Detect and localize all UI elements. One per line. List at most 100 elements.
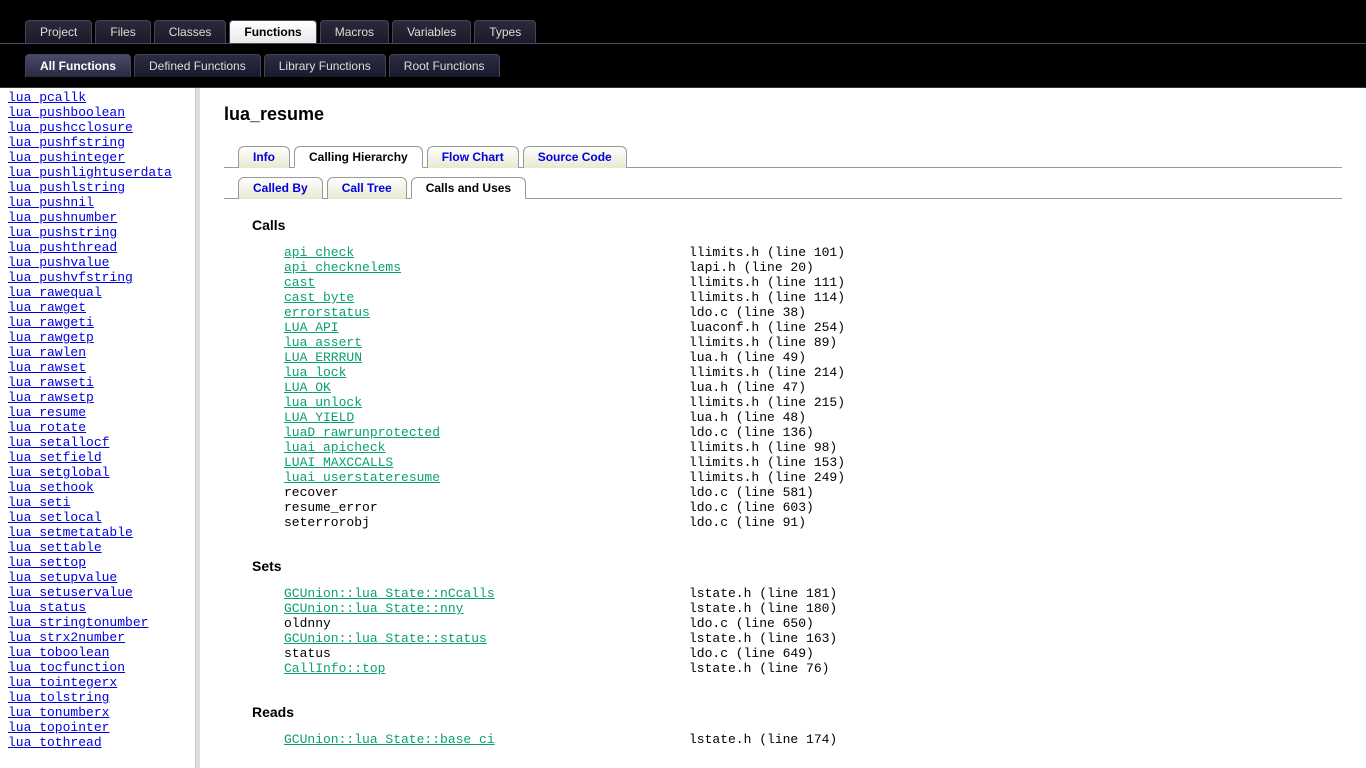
sidebar-item[interactable]: lua_pushcclosure	[8, 120, 187, 135]
item-name[interactable]: lua_lock	[284, 365, 346, 380]
item-name[interactable]: luaD_rawrunprotected	[284, 425, 440, 440]
item-name[interactable]: lua_assert	[284, 335, 362, 350]
sidebar-item[interactable]: lua_seti	[8, 495, 187, 510]
item-name[interactable]: GCUnion::lua_State::status	[284, 631, 487, 646]
item-name[interactable]: luai_userstateresume	[284, 470, 440, 485]
primary-tab-classes[interactable]: Classes	[154, 20, 227, 43]
primary-tab-variables[interactable]: Variables	[392, 20, 471, 43]
sidebar-item[interactable]: lua_setglobal	[8, 465, 187, 480]
item-name[interactable]: LUA_API	[284, 320, 339, 335]
sidebar-item[interactable]: lua_rawset	[8, 360, 187, 375]
sidebar-item[interactable]: lua_rawseti	[8, 375, 187, 390]
sidebar-item[interactable]: lua_rawget	[8, 300, 187, 315]
secondary-tab[interactable]: Defined Functions	[134, 54, 261, 77]
item-row: oldnnyldo.c (line 650)	[284, 616, 1342, 631]
item-name[interactable]: LUA_ERRRUN	[284, 350, 362, 365]
item-name[interactable]: CallInfo::top	[284, 661, 385, 676]
secondary-tabs: All FunctionsDefined FunctionsLibrary Fu…	[0, 44, 1366, 84]
content-panel[interactable]: lua_resume InfoCalling HierarchyFlow Cha…	[196, 88, 1366, 768]
item-name[interactable]: GCUnion::lua_State::base_ci	[284, 732, 495, 747]
sidebar-item[interactable]: lua_rawgetp	[8, 330, 187, 345]
sidebar-item[interactable]: lua_pushlightuserdata	[8, 165, 187, 180]
sidebar-item[interactable]: lua_setlocal	[8, 510, 187, 525]
primary-tab-project[interactable]: Project	[25, 20, 92, 43]
sidebar-item[interactable]: lua_tonumberx	[8, 705, 187, 720]
sidebar-item[interactable]: lua_status	[8, 600, 187, 615]
item-location: ldo.c (line 581)	[689, 485, 814, 500]
view-tab[interactable]: Info	[238, 146, 290, 168]
sidebar-item[interactable]: lua_tocfunction	[8, 660, 187, 675]
sidebar-item[interactable]: lua_rawgeti	[8, 315, 187, 330]
item-name[interactable]: api_checknelems	[284, 260, 401, 275]
sidebar-item[interactable]: lua_pushlstring	[8, 180, 187, 195]
primary-tab-files[interactable]: Files	[95, 20, 150, 43]
sidebar-item[interactable]: lua_pushfstring	[8, 135, 187, 150]
sidebar-item[interactable]: lua_setupvalue	[8, 570, 187, 585]
item-location: lstate.h (line 180)	[689, 601, 837, 616]
sidebar-item[interactable]: lua_rawlen	[8, 345, 187, 360]
hierarchy-tab[interactable]: Called By	[238, 177, 323, 199]
item-name: seterrorobj	[284, 515, 370, 530]
item-row: GCUnion::lua_State::statuslstate.h (line…	[284, 631, 1342, 646]
sidebar-item[interactable]: lua_pushboolean	[8, 105, 187, 120]
item-row: lua_lockllimits.h (line 214)	[284, 365, 1342, 380]
sidebar-item[interactable]: lua_topointer	[8, 720, 187, 735]
item-name[interactable]: LUA_YIELD	[284, 410, 354, 425]
item-name[interactable]: LUA_OK	[284, 380, 331, 395]
sidebar-item[interactable]: lua_stringtonumber	[8, 615, 187, 630]
item-name[interactable]: luai_apicheck	[284, 440, 385, 455]
sidebar-item[interactable]: lua_pushnil	[8, 195, 187, 210]
sidebar-item[interactable]: lua_pcallk	[8, 90, 187, 105]
sidebar-item[interactable]: lua_pushvalue	[8, 255, 187, 270]
secondary-tab[interactable]: All Functions	[25, 54, 131, 77]
secondary-tab[interactable]: Root Functions	[389, 54, 500, 77]
item-name[interactable]: errorstatus	[284, 305, 370, 320]
sidebar-item[interactable]: lua_setuservalue	[8, 585, 187, 600]
item-name[interactable]: GCUnion::lua_State::nCcalls	[284, 586, 495, 601]
primary-tab-functions[interactable]: Functions	[229, 20, 316, 43]
primary-tab-macros[interactable]: Macros	[320, 20, 389, 43]
function-list-sidebar[interactable]: lua_pcallklua_pushbooleanlua_pushcclosur…	[0, 88, 196, 768]
sidebar-item[interactable]: lua_setfield	[8, 450, 187, 465]
item-location: ldo.c (line 603)	[689, 500, 814, 515]
sidebar-item[interactable]: lua_setmetatable	[8, 525, 187, 540]
sidebar-item[interactable]: lua_tolstring	[8, 690, 187, 705]
item-name[interactable]: cast	[284, 275, 315, 290]
item-name[interactable]: LUAI_MAXCCALLS	[284, 455, 393, 470]
view-tab[interactable]: Source Code	[523, 146, 627, 168]
sidebar-item[interactable]: lua_setallocf	[8, 435, 187, 450]
sidebar-item[interactable]: lua_rawequal	[8, 285, 187, 300]
item-row: LUA_OK lua.h (line 47)	[284, 380, 1342, 395]
sidebar-item[interactable]: lua_settable	[8, 540, 187, 555]
item-name[interactable]: api_check	[284, 245, 354, 260]
sidebar-item[interactable]: lua_strx2number	[8, 630, 187, 645]
item-row: statusldo.c (line 649)	[284, 646, 1342, 661]
sidebar-item[interactable]: lua_pushnumber	[8, 210, 187, 225]
sidebar-item[interactable]: lua_pushvfstring	[8, 270, 187, 285]
secondary-tab[interactable]: Library Functions	[264, 54, 386, 77]
sidebar-item[interactable]: lua_tointegerx	[8, 675, 187, 690]
sidebar-item[interactable]: lua_pushstring	[8, 225, 187, 240]
hierarchy-tab[interactable]: Calls and Uses	[411, 177, 526, 199]
item-name[interactable]: cast_byte	[284, 290, 354, 305]
sidebar-item[interactable]: lua_pushthread	[8, 240, 187, 255]
item-location: llimits.h (line 101)	[689, 245, 845, 260]
sidebar-item[interactable]: lua_sethook	[8, 480, 187, 495]
item-location: llimits.h (line 89)	[689, 335, 837, 350]
sidebar-item[interactable]: lua_resume	[8, 405, 187, 420]
sidebar-item[interactable]: lua_toboolean	[8, 645, 187, 660]
hierarchy-tabs: Called ByCall TreeCalls and Uses	[224, 176, 1342, 199]
item-row: api_checknelemslapi.h (line 20)	[284, 260, 1342, 275]
view-tab[interactable]: Calling Hierarchy	[294, 146, 423, 168]
view-tab[interactable]: Flow Chart	[427, 146, 519, 168]
hierarchy-tab[interactable]: Call Tree	[327, 177, 407, 199]
sidebar-item[interactable]: lua_rawsetp	[8, 390, 187, 405]
item-location: lua.h (line 47)	[689, 380, 806, 395]
item-name[interactable]: GCUnion::lua_State::nny	[284, 601, 463, 616]
item-name[interactable]: lua_unlock	[284, 395, 362, 410]
primary-tab-types[interactable]: Types	[474, 20, 536, 43]
sidebar-item[interactable]: lua_settop	[8, 555, 187, 570]
sidebar-item[interactable]: lua_pushinteger	[8, 150, 187, 165]
sidebar-item[interactable]: lua_tothread	[8, 735, 187, 750]
sidebar-item[interactable]: lua_rotate	[8, 420, 187, 435]
